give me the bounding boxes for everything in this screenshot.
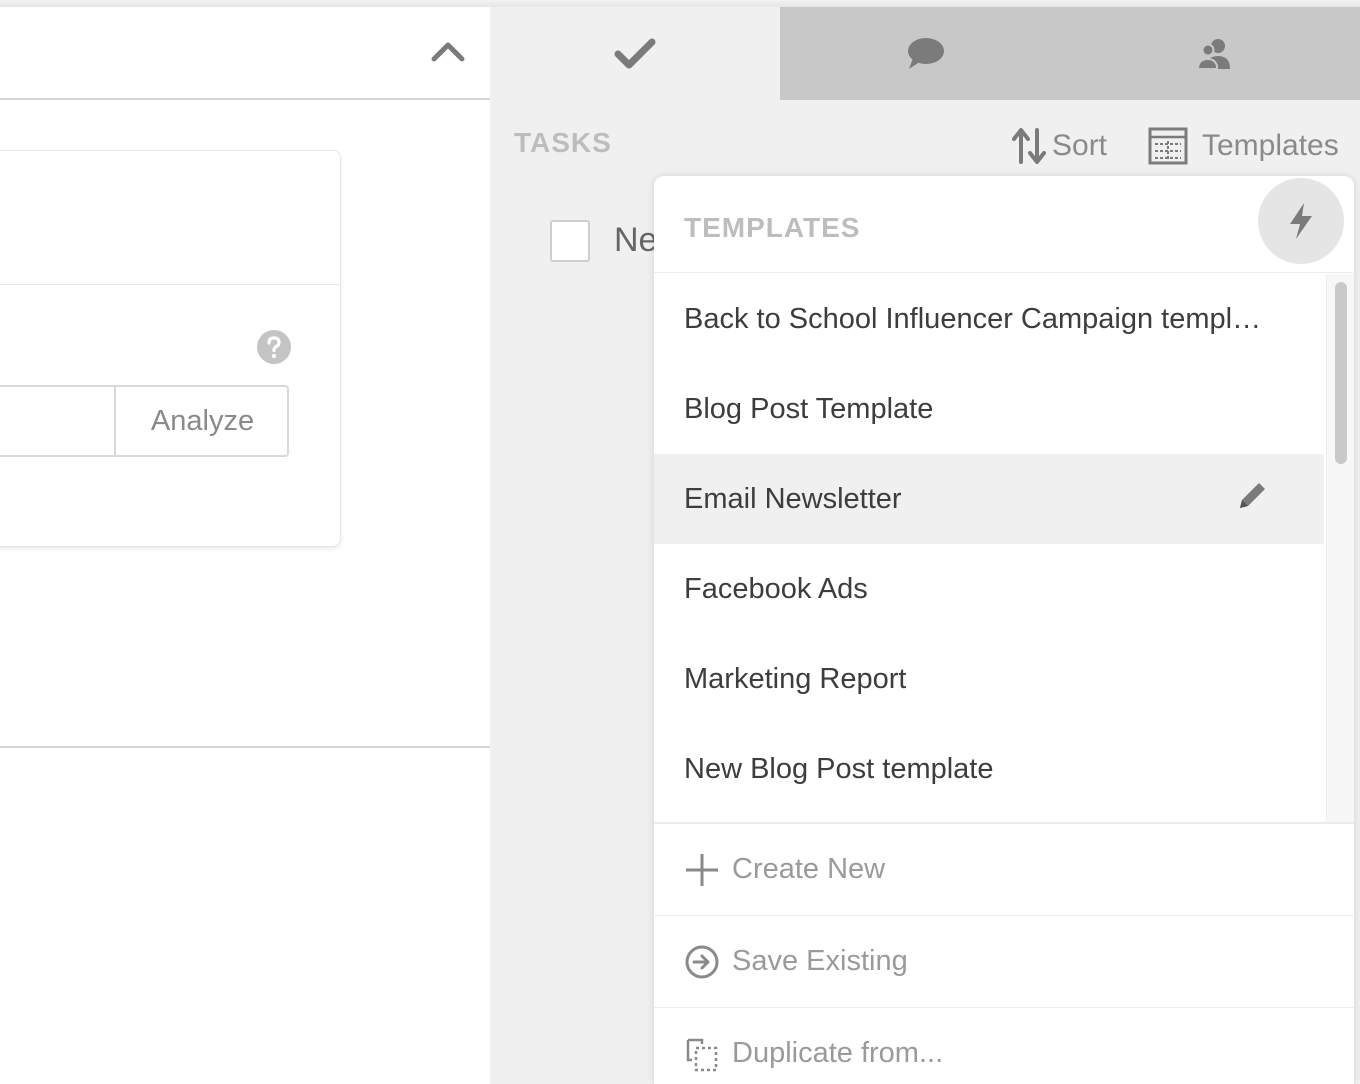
template-grid-icon — [1148, 127, 1188, 165]
templates-actions: Create New Save Existing Duplicate from.… — [654, 822, 1354, 1084]
template-item-label: New Blog Post template — [684, 752, 994, 785]
template-item-label: Blog Post Template — [684, 392, 934, 425]
task-checkbox[interactable] — [550, 220, 590, 262]
template-item[interactable]: Blog Post Template — [654, 364, 1324, 454]
sort-button[interactable]: Sort — [1012, 124, 1107, 168]
left-panel: Analyze — [0, 7, 490, 1084]
arrow-circle-icon — [684, 944, 720, 980]
templates-list: Back to School Influencer Campaign templ… — [654, 274, 1324, 822]
checkmark-icon — [614, 38, 656, 68]
create-new-label: Create New — [732, 853, 886, 885]
chat-bubble-icon — [908, 37, 944, 69]
sort-arrows-icon — [1012, 128, 1046, 164]
template-item[interactable]: New Blog Post template — [654, 724, 1324, 814]
template-item-label: Marketing Report — [684, 662, 907, 695]
tasks-heading: TASKS — [514, 127, 612, 158]
chevron-up-icon — [431, 42, 465, 62]
card-divider — [0, 284, 340, 285]
duplicate-from-label: Duplicate from... — [732, 1037, 944, 1069]
collapse-button[interactable] — [428, 35, 468, 69]
templates-dropdown-header: TEMPLATES — [654, 176, 1354, 273]
quick-action-button[interactable] — [1258, 178, 1344, 264]
template-item-label: Email Newsletter — [684, 482, 902, 515]
left-panel-divider — [0, 746, 490, 748]
template-item[interactable]: Email Newsletter — [654, 454, 1324, 544]
save-existing-label: Save Existing — [732, 945, 908, 977]
template-item[interactable]: Back to School Influencer Campaign templ… — [654, 274, 1324, 364]
save-existing-button[interactable]: Save Existing — [654, 916, 1354, 1008]
templates-dropdown-title: TEMPLATES — [684, 212, 861, 243]
left-panel-header — [0, 7, 490, 100]
task-text[interactable]: Ne — [614, 221, 657, 260]
sort-label: Sort — [1052, 129, 1108, 162]
templates-dropdown: TEMPLATES Back to School Influencer Camp… — [654, 176, 1354, 1084]
templates-label: Templates — [1202, 129, 1339, 162]
users-icon — [1196, 38, 1230, 70]
help-icon[interactable] — [256, 329, 292, 365]
template-item-label: Facebook Ads — [684, 572, 868, 605]
template-item[interactable]: Marketing Report — [654, 634, 1324, 724]
tab-bar — [490, 7, 1360, 100]
duplicate-icon — [684, 1036, 720, 1072]
templates-button[interactable]: Templates — [1148, 124, 1339, 168]
tab-comments[interactable] — [780, 7, 1070, 100]
analysis-card: Analyze — [0, 150, 341, 547]
templates-scrollbar[interactable] — [1326, 274, 1354, 822]
create-new-button[interactable]: Create New — [654, 824, 1354, 916]
duplicate-from-button[interactable]: Duplicate from... — [654, 1008, 1354, 1084]
analyze-input-group: Analyze — [0, 385, 289, 457]
lightning-bolt-icon — [1290, 203, 1312, 239]
tab-people[interactable] — [1070, 7, 1360, 100]
tab-tasks[interactable] — [490, 7, 780, 100]
pencil-icon[interactable] — [1234, 478, 1270, 514]
top-shadow-line — [0, 0, 1360, 7]
scrollbar-thumb[interactable] — [1335, 282, 1347, 464]
template-item-label: Back to School Influencer Campaign templ… — [684, 302, 1262, 335]
analyze-button[interactable]: Analyze — [114, 387, 289, 455]
template-item[interactable]: Facebook Ads — [654, 544, 1324, 634]
plus-icon — [684, 852, 720, 888]
